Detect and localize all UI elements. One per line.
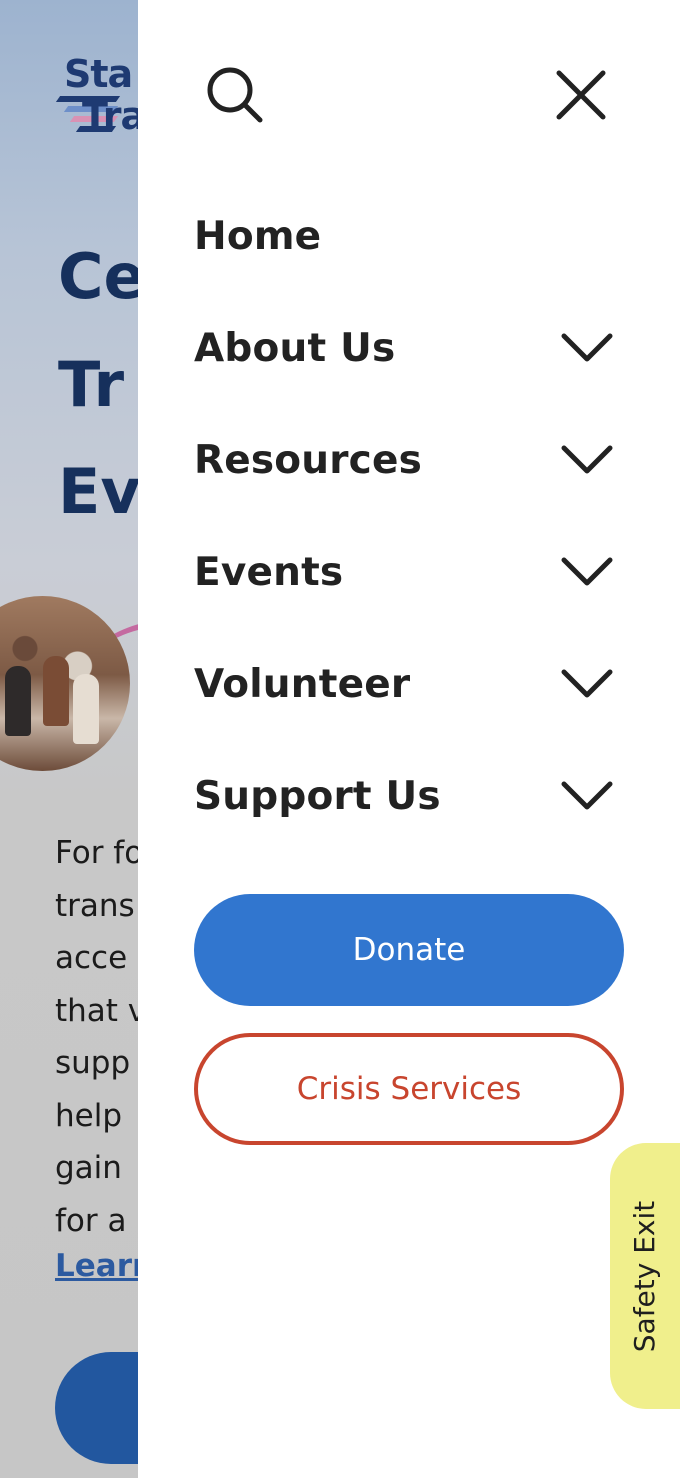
logo-line-2: Tra bbox=[82, 94, 146, 138]
nav-item-label: Events bbox=[194, 549, 344, 595]
photo-figure bbox=[5, 666, 31, 736]
search-icon bbox=[207, 67, 263, 123]
close-icon bbox=[556, 70, 606, 120]
nav-item-home[interactable]: Home bbox=[194, 180, 614, 292]
nav-item-volunteer[interactable]: Volunteer bbox=[194, 628, 614, 740]
chevron-down-icon[interactable] bbox=[560, 328, 614, 368]
chevron-down-icon[interactable] bbox=[560, 440, 614, 480]
chevron-down-icon[interactable] bbox=[560, 776, 614, 816]
nav-item-label: Resources bbox=[194, 437, 423, 483]
logo-line-1: Sta bbox=[64, 52, 133, 96]
nav-item-resources[interactable]: Resources bbox=[194, 404, 614, 516]
safety-exit-button[interactable]: Safety Exit bbox=[610, 1143, 680, 1409]
nav-item-label: Volunteer bbox=[194, 661, 411, 707]
nav-item-about-us[interactable]: About Us bbox=[194, 292, 614, 404]
nav-item-label: About Us bbox=[194, 325, 396, 371]
photo-figure bbox=[73, 674, 99, 744]
nav-item-events[interactable]: Events bbox=[194, 516, 614, 628]
search-button[interactable] bbox=[200, 60, 270, 130]
safety-exit-label: Safety Exit bbox=[628, 1200, 662, 1352]
nav-item-label: Home bbox=[194, 213, 322, 259]
close-menu-button[interactable] bbox=[546, 60, 616, 130]
photo-figure bbox=[43, 656, 69, 726]
nav-item-support-us[interactable]: Support Us bbox=[194, 740, 614, 852]
hero-title-line: Ce bbox=[58, 240, 146, 313]
hero-title-line: Tr bbox=[58, 348, 125, 421]
crisis-services-button[interactable]: Crisis Services bbox=[194, 1033, 624, 1145]
main-nav: Home About Us Resources Events Volunteer bbox=[194, 180, 614, 852]
site-logo: Sta Tra bbox=[55, 52, 148, 142]
chevron-down-icon[interactable] bbox=[560, 552, 614, 592]
nav-drawer: Home About Us Resources Events Volunteer bbox=[138, 0, 680, 1478]
nav-item-label: Support Us bbox=[194, 773, 441, 819]
hero-title-line: Ev bbox=[58, 455, 141, 528]
donate-button[interactable]: Donate bbox=[194, 894, 624, 1006]
chevron-down-icon[interactable] bbox=[560, 664, 614, 704]
